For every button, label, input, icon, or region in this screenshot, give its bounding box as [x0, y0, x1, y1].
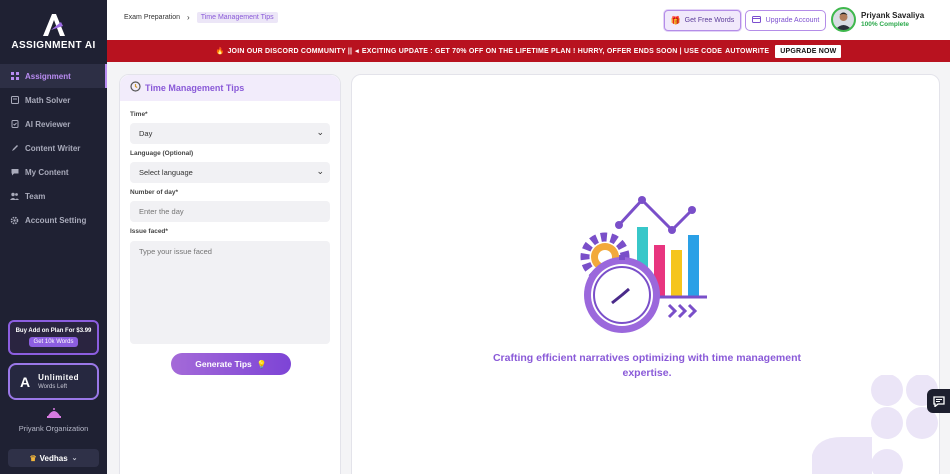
plan-title: Unlimited	[38, 373, 80, 382]
card-icon	[751, 16, 761, 25]
clock-icon	[130, 81, 141, 95]
sidebar-item-label: Team	[25, 191, 46, 201]
plan-card: A Unlimited Words Left	[8, 363, 99, 400]
get-free-words-button[interactable]: 🎁 Get Free Words	[664, 10, 741, 31]
language-select[interactable]: Select language ⌄	[130, 162, 330, 183]
days-input[interactable]	[130, 201, 330, 222]
banner-offer-text: EXCITING UPDATE : GET 70% OFF ON THE LIF…	[361, 47, 723, 55]
user-profile[interactable]: Priyank Savaliya 100% Complete	[831, 7, 924, 32]
time-select-value: Day	[139, 129, 153, 138]
tips-form-panel: Time Management Tips Time* Day ⌄ Languag…	[119, 74, 341, 474]
workspace-name: Vedhas	[39, 453, 68, 463]
pen-icon	[10, 144, 19, 153]
organization: Priyank Organization	[0, 406, 107, 433]
chevron-down-icon: ⌄	[71, 455, 78, 462]
breadcrumb-current: Time Management Tips	[196, 12, 278, 23]
sidebar-item-ai-reviewer[interactable]: AI Reviewer	[0, 112, 107, 136]
chevron-down-icon: ⌄	[316, 166, 324, 176]
sidebar: ASSIGNMENT AI Assignment Math Solver AI …	[0, 0, 107, 474]
user-name: Priyank Savaliya	[861, 11, 925, 20]
plan-subtitle: Words Left	[38, 384, 68, 390]
addon-plan-card[interactable]: Buy Add on Plan For $3.99 Get 10k Words	[8, 320, 99, 355]
language-select-value: Select language	[139, 168, 193, 177]
megaphone-icon: ◂	[355, 48, 359, 55]
gift-icon: 🎁	[670, 16, 681, 25]
chat-icon	[10, 168, 19, 177]
upgrade-account-button[interactable]: Upgrade Account	[745, 10, 826, 31]
gear-icon	[10, 216, 19, 225]
time-label: Time*	[130, 111, 148, 118]
addon-title: Buy Add on Plan For $3.99	[15, 328, 92, 334]
organization-icon	[0, 406, 107, 421]
sidebar-item-label: Account Setting	[25, 215, 87, 225]
decorative-shapes	[812, 375, 938, 474]
avatar	[831, 7, 856, 32]
breadcrumb: Exam Preparation › Time Management Tips	[124, 12, 278, 23]
calculator-icon	[10, 96, 19, 105]
generate-tips-label: Generate Tips	[195, 359, 252, 369]
app-root: ASSIGNMENT AI Assignment Math Solver AI …	[0, 0, 950, 474]
form-header: Time Management Tips	[120, 75, 340, 101]
get-words-button[interactable]: Get 10k Words	[28, 337, 79, 347]
sidebar-item-account-setting[interactable]: Account Setting	[0, 208, 107, 232]
upgrade-account-label: Upgrade Account	[765, 17, 820, 24]
sidebar-nav: Assignment Math Solver AI Reviewer Conte…	[0, 64, 107, 232]
logo-icon	[42, 13, 65, 36]
time-select[interactable]: Day ⌄	[130, 123, 330, 144]
promo-banner: 🔥 JOIN OUR DISCORD COMMUNITY || ◂ EXCITI…	[107, 40, 950, 62]
upgrade-now-button[interactable]: UPGRADE NOW	[775, 44, 842, 58]
brand-name: ASSIGNMENT AI	[11, 39, 96, 51]
banner-discord-text[interactable]: JOIN OUR DISCORD COMMUNITY ||	[227, 48, 352, 55]
banner-code: AUTOWRITE	[725, 47, 770, 55]
sidebar-item-label: Math Solver	[25, 95, 71, 105]
sidebar-item-content-writer[interactable]: Content Writer	[0, 136, 107, 160]
days-label: Number of day*	[130, 189, 179, 196]
sidebar-item-label: AI Reviewer	[25, 119, 71, 129]
output-panel: Crafting efficient narratives optimizing…	[351, 74, 940, 474]
brand-logo[interactable]: ASSIGNMENT AI	[0, 0, 107, 62]
get-free-words-label: Get Free Words	[684, 17, 735, 24]
form-title: Time Management Tips	[145, 83, 245, 93]
sidebar-item-label: My Content	[25, 167, 69, 177]
sidebar-item-math-solver[interactable]: Math Solver	[0, 88, 107, 112]
issue-label: Issue faced*	[130, 228, 168, 235]
top-header: Exam Preparation › Time Management Tips …	[107, 0, 950, 40]
workspace-selector[interactable]: ♛ Vedhas ⌄	[8, 449, 99, 467]
output-message: Crafting efficient narratives optimizing…	[492, 352, 802, 379]
document-check-icon	[10, 120, 19, 129]
language-label: Language (Optional)	[130, 150, 194, 157]
time-management-illustration	[580, 196, 707, 333]
chat-icon	[932, 395, 945, 407]
chevron-down-icon: ⌄	[316, 127, 324, 137]
profile-progress: 100% Complete	[861, 21, 910, 28]
lightbulb-icon: 💡	[256, 359, 267, 369]
sidebar-item-assignment[interactable]: Assignment	[0, 64, 107, 88]
breadcrumb-item[interactable]: Exam Preparation	[124, 14, 180, 21]
fire-icon: 🔥	[215, 48, 225, 55]
issue-textarea[interactable]	[130, 241, 330, 344]
crown-icon: ♛	[29, 453, 37, 463]
sidebar-item-team[interactable]: Team	[0, 184, 107, 208]
grid-icon	[10, 72, 19, 81]
chat-widget-button[interactable]	[927, 389, 950, 413]
organization-name: Priyank Organization	[18, 424, 89, 433]
sidebar-item-my-content[interactable]: My Content	[0, 160, 107, 184]
chevron-right-icon: ›	[187, 13, 190, 22]
sidebar-item-label: Content Writer	[25, 143, 81, 153]
sidebar-item-label: Assignment	[25, 71, 71, 81]
team-icon	[10, 192, 19, 201]
generate-tips-button[interactable]: Generate Tips 💡	[171, 353, 291, 375]
plan-logo: A	[20, 373, 31, 390]
